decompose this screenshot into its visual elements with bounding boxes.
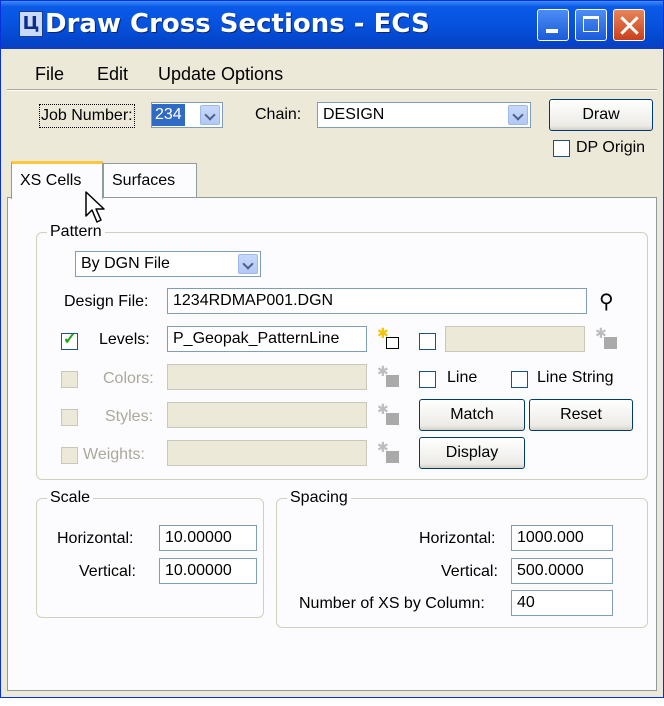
scale-legend: Scale <box>47 487 94 509</box>
secondary-levels-pick-icon: ✱ <box>595 325 617 349</box>
scale-horizontal-label: Horizontal: <box>57 530 134 547</box>
maximize-button[interactable] <box>575 9 607 41</box>
levels-pick-icon[interactable]: ✱ <box>377 325 399 349</box>
mouse-cursor-icon <box>85 191 105 223</box>
chevron-down-icon[interactable] <box>238 254 258 274</box>
scale-group: Scale Horizontal: 10.00000 Vertical: 10.… <box>36 487 264 618</box>
scale-horizontal-input[interactable]: 10.00000 <box>159 525 257 551</box>
weights-checkbox[interactable] <box>61 447 78 464</box>
chain-value: DESIGN <box>323 106 385 123</box>
search-icon[interactable]: ⚲ <box>599 291 614 313</box>
design-file-input[interactable]: 1234RDMAP001.DGN <box>167 288 587 314</box>
styles-pick-icon: ✱ <box>377 401 399 425</box>
xs-count-input[interactable]: 40 <box>511 590 613 616</box>
chevron-down-icon[interactable] <box>508 105 528 125</box>
check-icon: ✓ <box>63 331 77 348</box>
pattern-group: Pattern By DGN File Design File: 1234RDM… <box>36 221 648 480</box>
colors-input <box>167 364 367 390</box>
spacing-horizontal-label: Horizontal: <box>419 530 496 547</box>
weights-input <box>167 440 367 466</box>
spacing-horizontal-input[interactable]: 1000.000 <box>511 525 613 551</box>
levels-checkbox[interactable]: ✓ <box>61 331 78 350</box>
minimize-button[interactable] <box>537 9 569 41</box>
dp-origin-checkbox[interactable] <box>553 140 570 157</box>
colors-label: Colors: <box>103 370 154 387</box>
line-label: Line <box>447 369 478 386</box>
styles-checkbox[interactable] <box>61 409 78 426</box>
match-button[interactable]: Match <box>419 399 525 431</box>
job-number-value: 234 <box>152 104 185 126</box>
levels-input[interactable]: P_Geopak_PatternLine <box>167 326 367 352</box>
scale-vertical-label: Vertical: <box>79 563 136 580</box>
menu-file[interactable]: File <box>35 61 64 87</box>
window-title: Draw Cross Sections - ECS <box>45 9 430 39</box>
colors-checkbox[interactable] <box>61 371 78 388</box>
spacing-legend: Spacing <box>287 487 351 509</box>
spacing-vertical-label: Vertical: <box>441 563 498 580</box>
display-button[interactable]: Display <box>419 437 525 469</box>
colors-pick-icon: ✱ <box>377 363 399 387</box>
chain-label: Chain: <box>255 106 302 123</box>
spacing-vertical-input[interactable]: 500.0000 <box>511 558 613 584</box>
draw-button[interactable]: Draw <box>549 99 653 131</box>
line-string-label: Line String <box>537 369 614 386</box>
weights-label: Weights: <box>83 446 145 463</box>
app-icon[interactable]: Ц <box>19 11 43 37</box>
tab-surfaces[interactable]: Surfaces <box>103 163 197 197</box>
styles-label: Styles: <box>105 408 154 425</box>
scale-vertical-input[interactable]: 10.00000 <box>159 558 257 584</box>
menu-update-options[interactable]: Update Options <box>158 61 283 87</box>
job-number-dropdown[interactable]: 234 <box>151 102 223 128</box>
menu-separator <box>7 89 657 91</box>
pattern-mode-value: By DGN File <box>81 255 170 272</box>
weights-pick-icon: ✱ <box>377 439 399 463</box>
secondary-levels-checkbox[interactable] <box>419 333 436 350</box>
menu-edit[interactable]: Edit <box>97 61 128 87</box>
design-file-label: Design File: <box>64 293 149 310</box>
chevron-down-icon[interactable] <box>200 105 220 125</box>
xs-count-label: Number of XS by Column: <box>299 595 485 612</box>
xs-cells-tab-panel: Pattern By DGN File Design File: 1234RDM… <box>7 197 657 691</box>
secondary-levels-input <box>445 326 585 352</box>
line-string-checkbox[interactable] <box>511 371 528 388</box>
title-bar[interactable]: Ц Draw Cross Sections - ECS <box>1 1 663 49</box>
spacing-group: Spacing Horizontal: 1000.000 Vertical: 5… <box>276 487 648 628</box>
pattern-mode-dropdown[interactable]: By DGN File <box>75 251 261 277</box>
styles-input <box>167 402 367 428</box>
levels-label: Levels: <box>99 331 150 348</box>
close-button[interactable] <box>613 9 645 41</box>
line-checkbox[interactable] <box>419 371 436 388</box>
draw-cross-sections-window: Ц Draw Cross Sections - ECS File Edit Up… <box>0 0 664 698</box>
reset-button[interactable]: Reset <box>529 399 633 431</box>
job-number-label: Job Number: <box>39 104 135 128</box>
dp-origin-label: DP Origin <box>576 139 646 156</box>
chain-dropdown[interactable]: DESIGN <box>317 102 531 128</box>
